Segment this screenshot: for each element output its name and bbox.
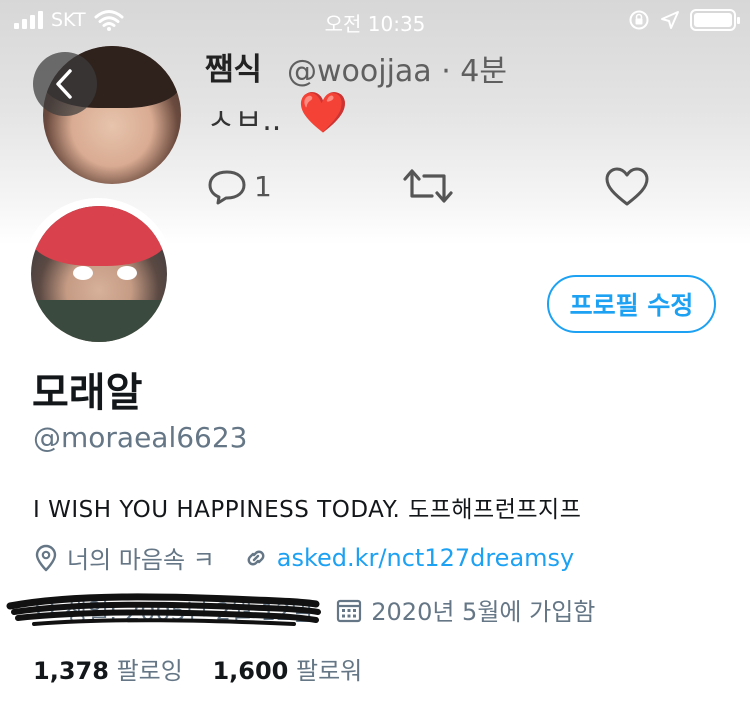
battery-icon [690,9,740,31]
tweet-author-handle: @woojjaa · 4분 [287,54,507,89]
follow-counts: 1,378 팔로잉 1,600 팔로워 [33,651,362,686]
profile-website-link[interactable]: asked.kr/nct127dreamsy [277,544,575,572]
profile-name: 모래알 [32,370,143,416]
profile-location: 너의 마음속 ㅋ [67,546,215,574]
profile-avatar[interactable] [31,206,167,342]
status-bar: SKT 오전 10:35 [0,0,750,40]
followers-link[interactable]: 1,600 팔로워 [212,657,362,685]
profile-handle: @moraeal6623 [33,421,248,454]
profile-location-row: 너의 마음속 ㅋ asked.kr/nct127dreamsy [33,540,574,575]
edit-profile-button[interactable]: 프로필 수정 [547,275,716,333]
tweet-author-name[interactable]: 쨈식 [205,44,262,89]
following-label: 팔로잉 [116,657,183,685]
back-button[interactable] [33,52,97,116]
tweet-text: ㅅㅂ.. [207,103,282,138]
heart-emoji: ❤️ [298,90,348,136]
followers-label: 팔로워 [296,657,363,685]
orientation-lock-icon [629,10,649,30]
reply-icon[interactable] [206,168,248,206]
following-count: 1,378 [33,657,109,685]
calendar-icon [337,599,362,622]
location-arrow-icon [661,11,679,29]
profile-joined-date: 2020년 5월에 가입함 [371,598,596,626]
following-link[interactable]: 1,378 팔로잉 [33,657,183,685]
like-heart-icon[interactable] [604,166,650,208]
redaction-scribble [6,593,321,626]
chevron-left-icon [56,69,72,99]
retweet-icon[interactable] [402,166,454,206]
profile-bio: I WISH YOU HAPPINESS TODAY. 도프해프런프지프 [33,497,582,523]
reply-count: 1 [254,170,272,203]
link-icon [247,550,265,565]
location-pin-icon [35,544,57,571]
followers-count: 1,600 [212,657,289,685]
